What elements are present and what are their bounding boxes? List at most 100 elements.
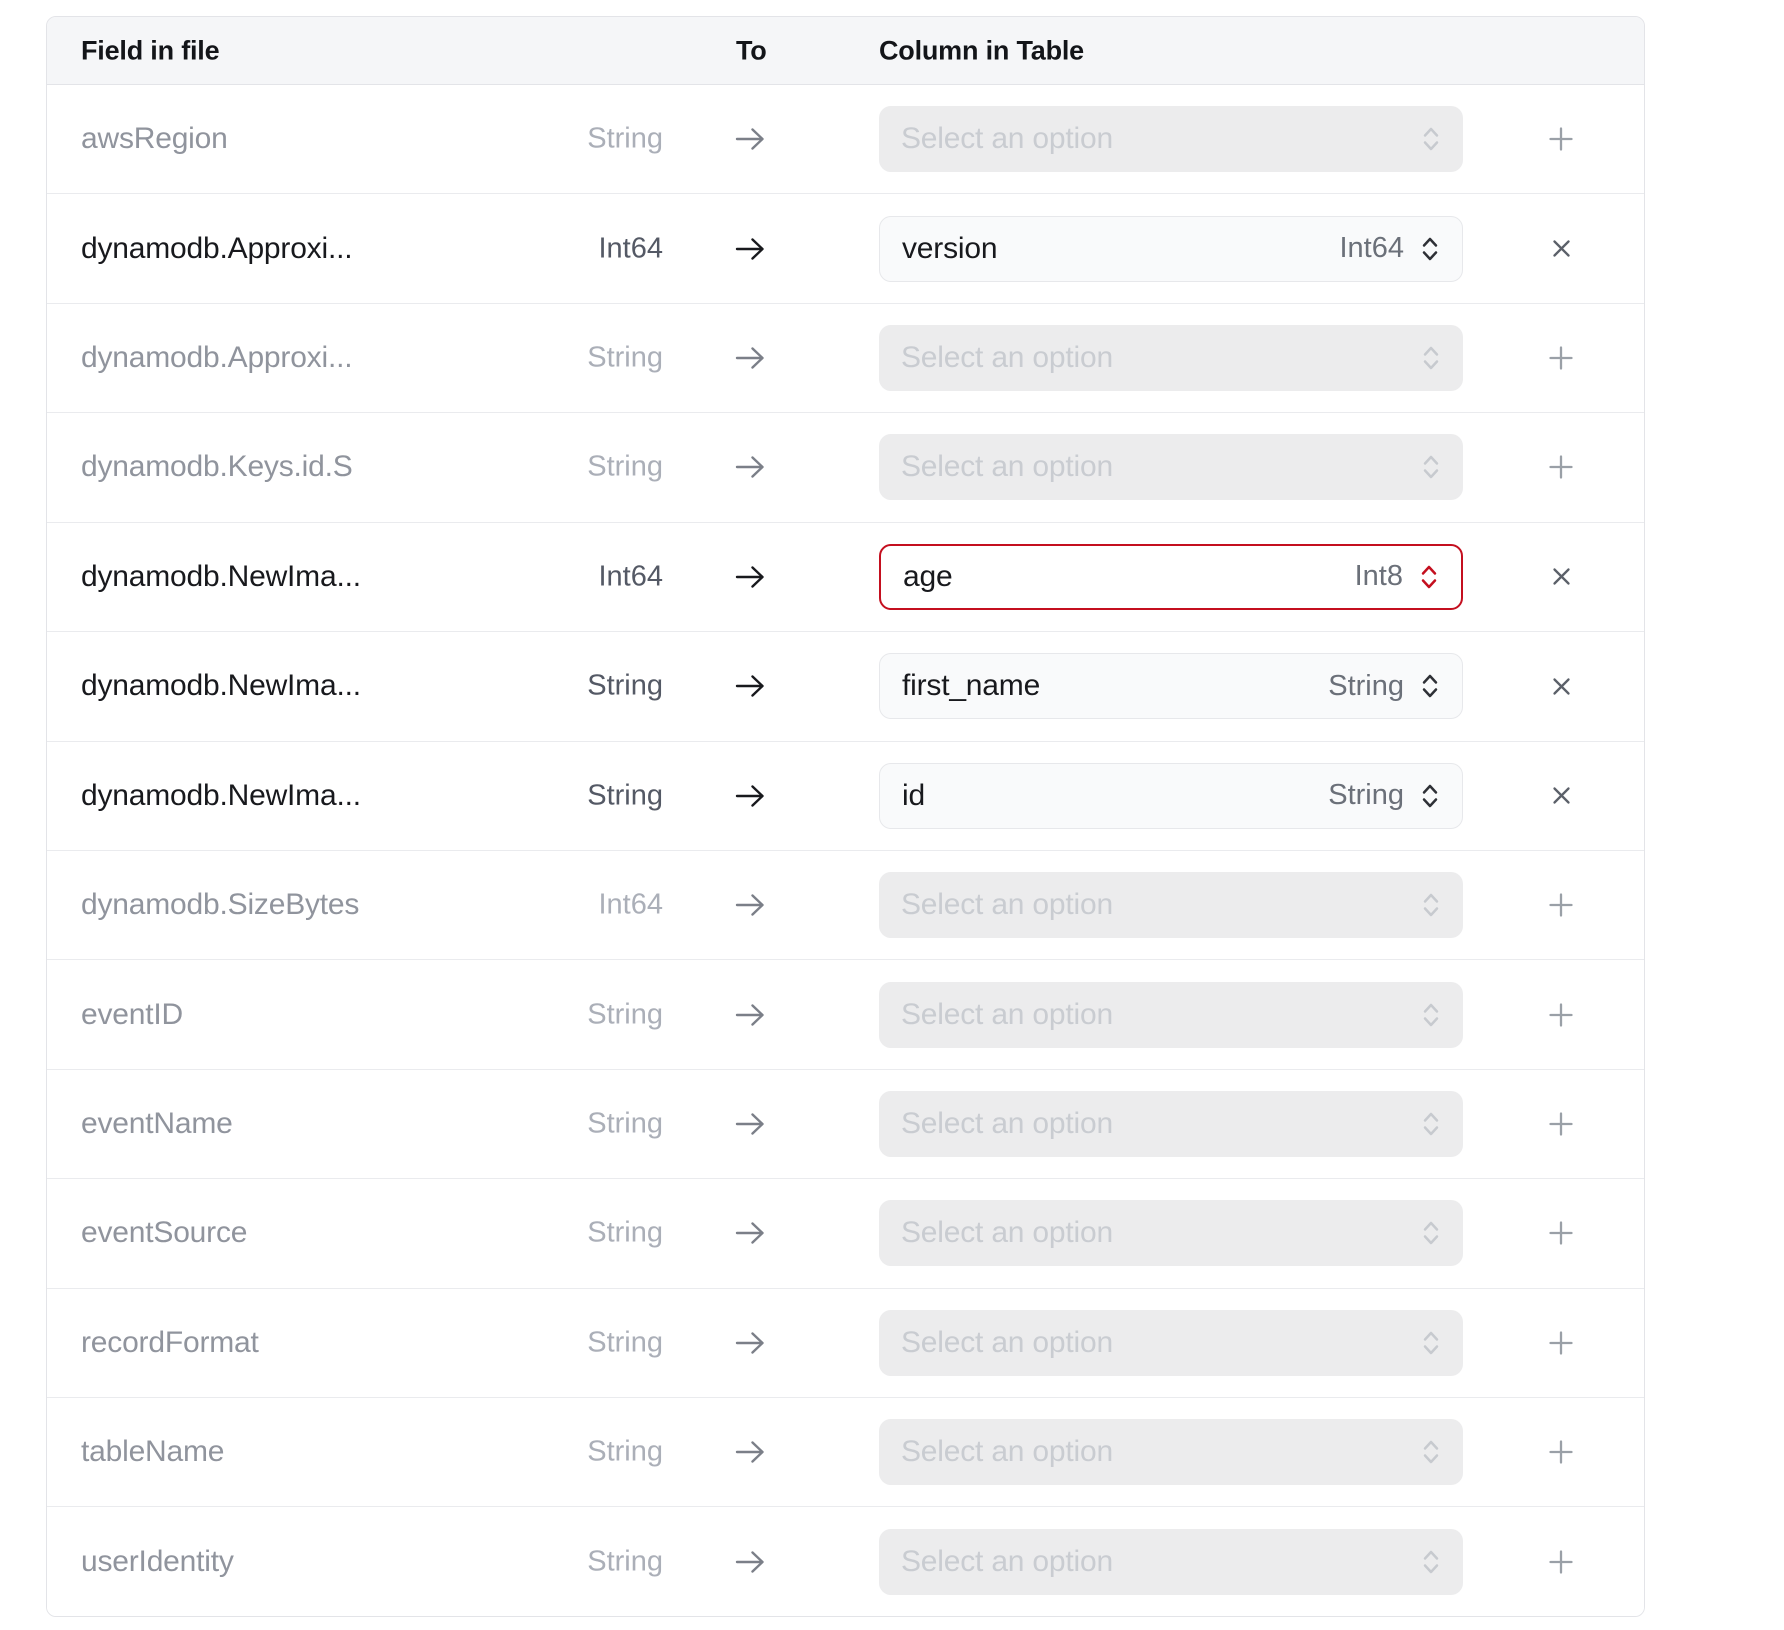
plus-icon bbox=[1548, 454, 1574, 480]
plus-icon bbox=[1548, 1220, 1574, 1246]
field-type: String bbox=[47, 779, 663, 812]
column-select[interactable]: first_name String bbox=[879, 653, 1463, 719]
add-mapping-button[interactable] bbox=[1532, 876, 1590, 934]
remove-mapping-button[interactable] bbox=[1532, 657, 1590, 715]
field-type: Int64 bbox=[47, 560, 663, 593]
add-mapping-button[interactable] bbox=[1532, 438, 1590, 496]
arrow-right-icon bbox=[733, 341, 767, 375]
table-row: eventID String Select an option bbox=[47, 959, 1644, 1068]
column-select: Select an option bbox=[879, 1419, 1463, 1485]
plus-icon bbox=[1548, 1549, 1574, 1575]
arrow-right-icon bbox=[733, 450, 767, 484]
arrow-right-icon bbox=[733, 1326, 767, 1360]
chevron-up-down-icon bbox=[1421, 999, 1441, 1031]
table-row: dynamodb.NewIma... Int64 age Int8 bbox=[47, 522, 1644, 631]
column-select-type: String bbox=[1328, 670, 1404, 703]
table-row: dynamodb.SizeBytes Int64 Select an optio… bbox=[47, 850, 1644, 959]
add-mapping-button[interactable] bbox=[1532, 1314, 1590, 1372]
add-mapping-button[interactable] bbox=[1532, 1095, 1590, 1153]
arrow-right-icon bbox=[733, 1216, 767, 1250]
table-row: dynamodb.NewIma... String id String bbox=[47, 741, 1644, 850]
arrow-right-icon bbox=[733, 888, 767, 922]
column-select-type: String bbox=[1328, 779, 1404, 812]
plus-icon bbox=[1548, 345, 1574, 371]
arrow-right-icon bbox=[733, 1435, 767, 1469]
table-row: dynamodb.Approxi... String Select an opt… bbox=[47, 303, 1644, 412]
column-select-value: Select an option bbox=[901, 450, 1113, 484]
column-select-value: Select an option bbox=[901, 888, 1113, 922]
chevron-up-down-icon bbox=[1421, 1546, 1441, 1578]
column-select: Select an option bbox=[879, 434, 1463, 500]
chevron-up-down-icon bbox=[1421, 1327, 1441, 1359]
table-row: dynamodb.Approxi... Int64 version Int64 bbox=[47, 193, 1644, 302]
field-type: String bbox=[47, 1326, 663, 1359]
arrow-right-icon bbox=[733, 669, 767, 703]
column-select-value: Select an option bbox=[901, 1216, 1113, 1250]
field-type: String bbox=[47, 451, 663, 484]
chevron-up-down-icon bbox=[1421, 342, 1441, 374]
plus-icon bbox=[1548, 892, 1574, 918]
chevron-up-down-icon bbox=[1421, 1108, 1441, 1140]
close-icon bbox=[1551, 238, 1572, 259]
field-type: Int64 bbox=[47, 889, 663, 922]
chevron-up-down-icon bbox=[1420, 233, 1440, 265]
chevron-up-down-icon bbox=[1421, 123, 1441, 155]
arrow-right-icon bbox=[733, 1545, 767, 1579]
column-header-column-in-table: Column in Table bbox=[879, 35, 1084, 66]
column-select: Select an option bbox=[879, 1091, 1463, 1157]
table-row: awsRegion String Select an option bbox=[47, 85, 1644, 193]
close-icon bbox=[1551, 785, 1572, 806]
plus-icon bbox=[1548, 126, 1574, 152]
column-select[interactable]: id String bbox=[879, 763, 1463, 829]
add-mapping-button[interactable] bbox=[1532, 110, 1590, 168]
table-row: tableName String Select an option bbox=[47, 1397, 1644, 1506]
table-body: awsRegion String Select an option bbox=[47, 85, 1644, 1616]
column-select: Select an option bbox=[879, 1529, 1463, 1595]
field-type: String bbox=[47, 1545, 663, 1578]
close-icon bbox=[1551, 566, 1572, 587]
chevron-up-down-icon bbox=[1420, 780, 1440, 812]
plus-icon bbox=[1548, 1439, 1574, 1465]
field-type: Int64 bbox=[47, 232, 663, 265]
remove-mapping-button[interactable] bbox=[1532, 220, 1590, 278]
column-select: Select an option bbox=[879, 982, 1463, 1048]
column-select-value: Select an option bbox=[901, 1326, 1113, 1360]
add-mapping-button[interactable] bbox=[1532, 329, 1590, 387]
chevron-up-down-icon bbox=[1419, 561, 1439, 593]
column-select-value: age bbox=[903, 560, 952, 594]
column-select-value: Select an option bbox=[901, 341, 1113, 375]
add-mapping-button[interactable] bbox=[1532, 1533, 1590, 1591]
column-select-value: Select an option bbox=[901, 1107, 1113, 1141]
chevron-up-down-icon bbox=[1421, 889, 1441, 921]
column-header-to: To bbox=[736, 35, 767, 66]
column-select[interactable]: version Int64 bbox=[879, 216, 1463, 282]
arrow-right-icon bbox=[733, 1107, 767, 1141]
table-row: recordFormat String Select an option bbox=[47, 1288, 1644, 1397]
field-type: String bbox=[47, 1108, 663, 1141]
remove-mapping-button[interactable] bbox=[1532, 767, 1590, 825]
column-select: Select an option bbox=[879, 106, 1463, 172]
table-row: eventName String Select an option bbox=[47, 1069, 1644, 1178]
chevron-up-down-icon bbox=[1421, 1217, 1441, 1249]
add-mapping-button[interactable] bbox=[1532, 1204, 1590, 1262]
plus-icon bbox=[1548, 1111, 1574, 1137]
column-select-value: Select an option bbox=[901, 1545, 1113, 1579]
table-row: dynamodb.NewIma... String first_name Str… bbox=[47, 631, 1644, 740]
field-type: String bbox=[47, 998, 663, 1031]
table-row: userIdentity String Select an option bbox=[47, 1506, 1644, 1615]
column-select[interactable]: age Int8 bbox=[879, 544, 1463, 610]
column-select: Select an option bbox=[879, 325, 1463, 391]
close-icon bbox=[1551, 676, 1572, 697]
column-select-value: Select an option bbox=[901, 122, 1113, 156]
arrow-right-icon bbox=[733, 998, 767, 1032]
column-select-value: first_name bbox=[902, 669, 1040, 703]
column-select: Select an option bbox=[879, 872, 1463, 938]
remove-mapping-button[interactable] bbox=[1532, 548, 1590, 606]
arrow-right-icon bbox=[733, 122, 767, 156]
add-mapping-button[interactable] bbox=[1532, 1423, 1590, 1481]
chevron-up-down-icon bbox=[1421, 1436, 1441, 1468]
field-type: String bbox=[47, 670, 663, 703]
add-mapping-button[interactable] bbox=[1532, 986, 1590, 1044]
field-mapping-table: Field in file To Column in Table awsRegi… bbox=[46, 16, 1645, 1617]
field-type: String bbox=[47, 1217, 663, 1250]
